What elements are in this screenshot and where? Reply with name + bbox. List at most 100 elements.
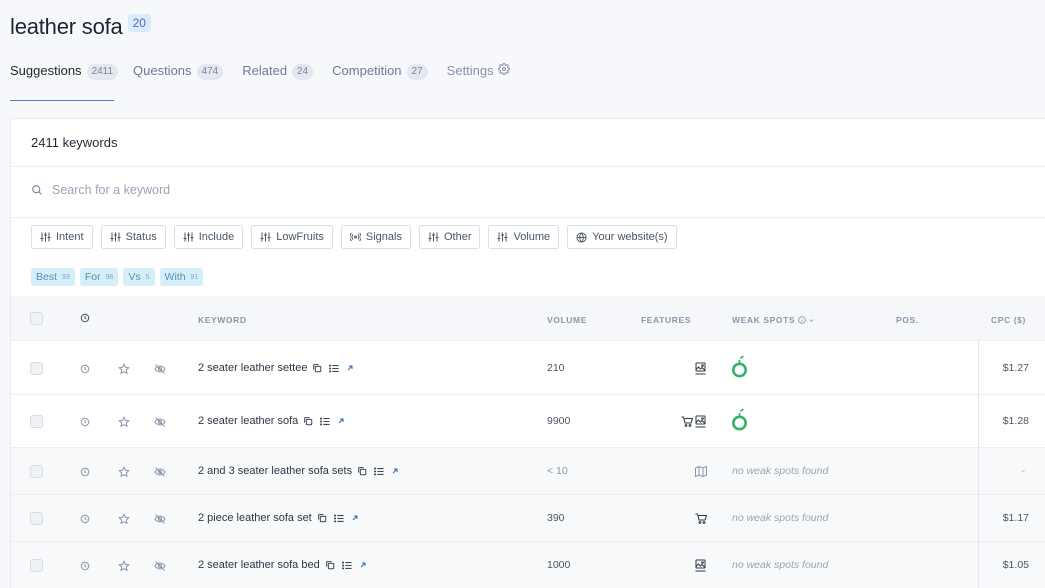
filter-label: Other	[443, 231, 472, 243]
external-link-icon[interactable]	[391, 467, 399, 475]
row-checkbox[interactable]	[30, 465, 43, 478]
list-icon[interactable]	[320, 417, 330, 426]
tab-competition[interactable]: Competition 27	[332, 63, 428, 101]
star-icon[interactable]	[118, 363, 130, 375]
clock-icon[interactable]	[80, 417, 90, 427]
cart-icon	[681, 416, 693, 427]
copy-icon[interactable]	[357, 466, 367, 476]
external-link-icon[interactable]	[337, 417, 345, 425]
column-pos[interactable]: POS.	[896, 315, 919, 325]
table-row[interactable]: 2 seater leather sofa 9900 $1.28	[11, 395, 1045, 448]
column-divider	[978, 341, 979, 588]
keyword-text[interactable]: 2 seater leather sofa bed	[198, 559, 320, 571]
table-row[interactable]: 2 seater leather settee 210 $1.27	[11, 342, 1045, 395]
filter-intent-button[interactable]: Intent	[31, 225, 93, 249]
external-link-icon[interactable]	[359, 561, 367, 569]
column-features[interactable]: FEATURES	[641, 315, 691, 325]
eye-off-icon[interactable]	[154, 466, 166, 478]
column-volume[interactable]: VOLUME	[547, 315, 587, 325]
chip-with[interactable]: With 91	[159, 268, 204, 286]
lowfruits-weak-spot-icon[interactable]	[731, 408, 748, 433]
page-title: leather sofa	[10, 14, 123, 39]
chip-count: 5	[145, 273, 150, 281]
filter-lowfruits-button[interactable]: LowFruits	[251, 225, 333, 249]
gear-icon	[497, 63, 510, 78]
keyword-text[interactable]: 2 and 3 seater leather sofa sets	[198, 465, 352, 477]
row-checkbox[interactable]	[30, 362, 43, 375]
external-link-icon[interactable]	[346, 364, 354, 372]
filter-other-button[interactable]: Other	[418, 225, 481, 249]
signal-icon	[349, 232, 361, 242]
select-all-checkbox[interactable]	[30, 312, 43, 325]
clock-icon[interactable]	[80, 514, 90, 524]
copy-icon[interactable]	[325, 560, 335, 570]
sliders-icon	[428, 232, 439, 242]
chip-vs[interactable]: Vs 5	[123, 268, 155, 286]
column-weak-spots[interactable]: WEAK SPOTS	[732, 315, 815, 325]
star-icon[interactable]	[118, 416, 130, 428]
eye-off-icon[interactable]	[154, 363, 166, 375]
copy-icon[interactable]	[317, 513, 327, 523]
divider	[11, 166, 1045, 167]
tab-count: 474	[196, 64, 224, 80]
filter-status-button[interactable]: Status	[100, 225, 166, 249]
clock-icon[interactable]	[80, 467, 90, 477]
search-input[interactable]	[52, 183, 452, 197]
chip-label: Best	[36, 271, 58, 283]
eye-off-icon[interactable]	[154, 513, 166, 525]
list-icon[interactable]	[374, 467, 384, 476]
table-row[interactable]: 2 and 3 seater leather sofa sets < 10 no w…	[11, 448, 1045, 495]
table-row[interactable]: 2 piece leather sofa set 390 no weak spots…	[11, 495, 1045, 542]
row-checkbox[interactable]	[30, 512, 43, 525]
filter-website-button[interactable]: Your website(s)	[567, 225, 677, 249]
copy-icon[interactable]	[303, 416, 313, 426]
sliders-icon	[110, 232, 121, 242]
row-checkbox[interactable]	[30, 415, 43, 428]
clock-icon[interactable]	[80, 561, 90, 571]
table-header: KEYWORD VOLUME FEATURES WEAK SPOTS POS. …	[11, 296, 1045, 341]
image-icon	[695, 415, 706, 428]
list-icon[interactable]	[341, 561, 352, 570]
star-icon[interactable]	[118, 466, 130, 478]
tab-related[interactable]: Related 24	[242, 63, 314, 101]
cpc-cell: $1.28	[1002, 415, 1029, 427]
keyword-text[interactable]: 2 seater leather sofa	[198, 415, 298, 427]
title-badge: 20	[127, 14, 151, 32]
tab-count: 24	[292, 64, 314, 80]
column-keyword[interactable]: KEYWORD	[198, 315, 247, 325]
filter-label: Include	[198, 231, 235, 243]
eye-off-icon[interactable]	[154, 560, 166, 572]
tab-count: 27	[406, 64, 428, 80]
volume-cell: 1000	[547, 559, 571, 571]
clock-icon[interactable]	[80, 313, 90, 323]
tab-settings[interactable]: Settings	[447, 63, 510, 101]
star-icon[interactable]	[118, 560, 130, 572]
tab-bar: Suggestions 2411 Questions 474 Related 2…	[10, 63, 529, 101]
star-icon[interactable]	[118, 513, 130, 525]
keyword-cell: 2 seater leather sofa bed	[198, 559, 374, 571]
copy-icon[interactable]	[312, 363, 322, 373]
chip-for[interactable]: For 96	[79, 268, 119, 286]
list-icon[interactable]	[329, 364, 340, 373]
volume-cell: 210	[547, 362, 565, 374]
column-cpc[interactable]: CPC ($)	[991, 315, 1026, 325]
external-link-icon[interactable]	[351, 514, 359, 522]
chip-best[interactable]: Best 93	[31, 268, 75, 286]
filter-signals-button[interactable]: Signals	[340, 225, 411, 249]
tab-suggestions[interactable]: Suggestions 2411	[10, 63, 119, 101]
keyword-cell: 2 seater leather settee	[198, 362, 361, 374]
tab-label: Suggestions	[10, 63, 82, 78]
row-checkbox[interactable]	[30, 559, 43, 572]
lowfruits-weak-spot-icon[interactable]	[731, 355, 748, 380]
tab-questions[interactable]: Questions 474	[133, 63, 224, 101]
chevron-down-icon	[808, 317, 815, 324]
filter-volume-button[interactable]: Volume	[488, 225, 560, 249]
table-row[interactable]: 2 seater leather sofa bed 1000 no weak spo…	[11, 542, 1045, 588]
eye-off-icon[interactable]	[154, 416, 166, 428]
chip-count: 91	[190, 273, 199, 281]
filter-include-button[interactable]: Include	[173, 225, 244, 249]
clock-icon[interactable]	[80, 364, 90, 374]
list-icon[interactable]	[333, 514, 344, 523]
keyword-text[interactable]: 2 seater leather settee	[198, 362, 307, 374]
keyword-text[interactable]: 2 piece leather sofa set	[198, 512, 312, 524]
